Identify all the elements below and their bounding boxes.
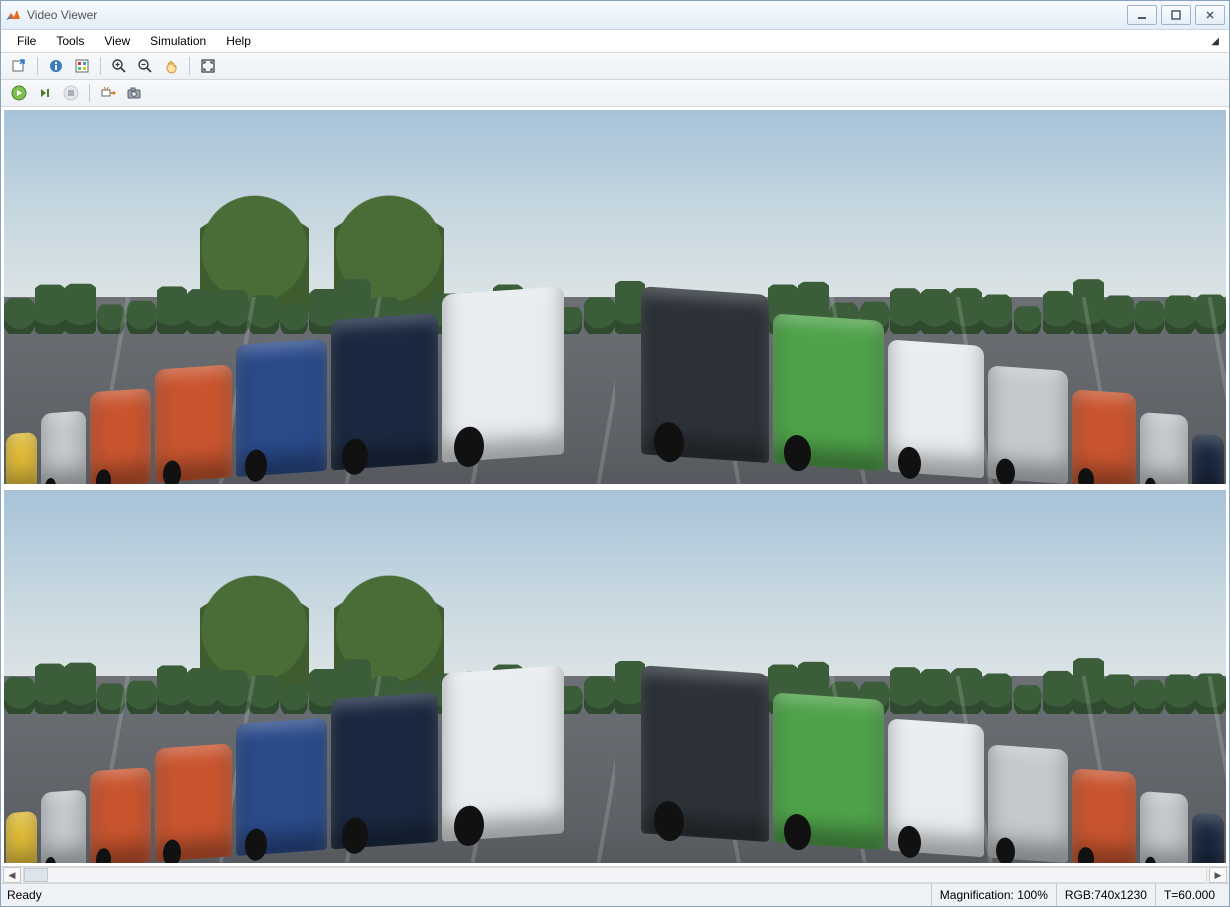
status-time: T=60.000 bbox=[1155, 884, 1223, 906]
status-magnification: Magnification: 100% bbox=[931, 884, 1056, 906]
window-title: Video Viewer bbox=[27, 8, 97, 22]
new-window-icon[interactable] bbox=[7, 54, 31, 78]
menubar-overflow-icon[interactable]: ◢ bbox=[1211, 36, 1223, 47]
statusbar: Ready Magnification: 100% RGB:740x1230 T… bbox=[1, 883, 1229, 906]
menu-tools[interactable]: Tools bbox=[46, 32, 94, 50]
menu-simulation[interactable]: Simulation bbox=[140, 32, 216, 50]
play-button[interactable] bbox=[7, 81, 31, 105]
maximize-button[interactable] bbox=[1161, 5, 1191, 25]
toolbar-separator bbox=[89, 84, 90, 102]
scroll-thumb[interactable] bbox=[24, 868, 48, 882]
video-frame-bottom[interactable] bbox=[4, 490, 1226, 864]
video-viewport bbox=[1, 107, 1229, 866]
scroll-left-icon[interactable]: ◀ bbox=[3, 867, 21, 883]
pixel-region-icon[interactable] bbox=[70, 54, 94, 78]
scroll-right-icon[interactable]: ▶ bbox=[1209, 867, 1227, 883]
status-magnification-label: Magnification: bbox=[940, 888, 1014, 902]
highlight-block-icon[interactable] bbox=[96, 81, 120, 105]
zoom-in-icon[interactable] bbox=[107, 54, 131, 78]
zoom-out-icon[interactable] bbox=[133, 54, 157, 78]
menu-file[interactable]: File bbox=[7, 32, 46, 50]
step-forward-button[interactable] bbox=[33, 81, 57, 105]
minimize-button[interactable] bbox=[1127, 5, 1157, 25]
fit-to-window-icon[interactable] bbox=[196, 54, 220, 78]
window-controls bbox=[1127, 5, 1225, 25]
toolbar-separator bbox=[37, 57, 38, 75]
titlebar: Video Viewer bbox=[1, 1, 1229, 30]
toolbar-main bbox=[1, 53, 1229, 80]
video-info-icon[interactable] bbox=[44, 54, 68, 78]
stop-button[interactable] bbox=[59, 81, 83, 105]
status-text: Ready bbox=[7, 888, 931, 902]
toolbar-playback bbox=[1, 80, 1229, 107]
video-viewer-window: Video Viewer File Tools View Simulation … bbox=[0, 0, 1230, 907]
status-magnification-value: 100% bbox=[1017, 888, 1048, 902]
toolbar-separator bbox=[100, 57, 101, 75]
menu-help[interactable]: Help bbox=[216, 32, 261, 50]
video-frame-top[interactable] bbox=[4, 110, 1226, 484]
scroll-track[interactable] bbox=[23, 867, 1207, 883]
toolbar-separator bbox=[189, 57, 190, 75]
pan-icon[interactable] bbox=[159, 54, 183, 78]
menubar: File Tools View Simulation Help ◢ bbox=[1, 30, 1229, 53]
matlab-app-icon bbox=[5, 7, 21, 23]
horizontal-scrollbar[interactable]: ◀ ▶ bbox=[1, 866, 1229, 883]
menu-view[interactable]: View bbox=[94, 32, 140, 50]
snapshot-icon[interactable] bbox=[122, 81, 146, 105]
status-rgb: RGB:740x1230 bbox=[1056, 884, 1155, 906]
close-button[interactable] bbox=[1195, 5, 1225, 25]
